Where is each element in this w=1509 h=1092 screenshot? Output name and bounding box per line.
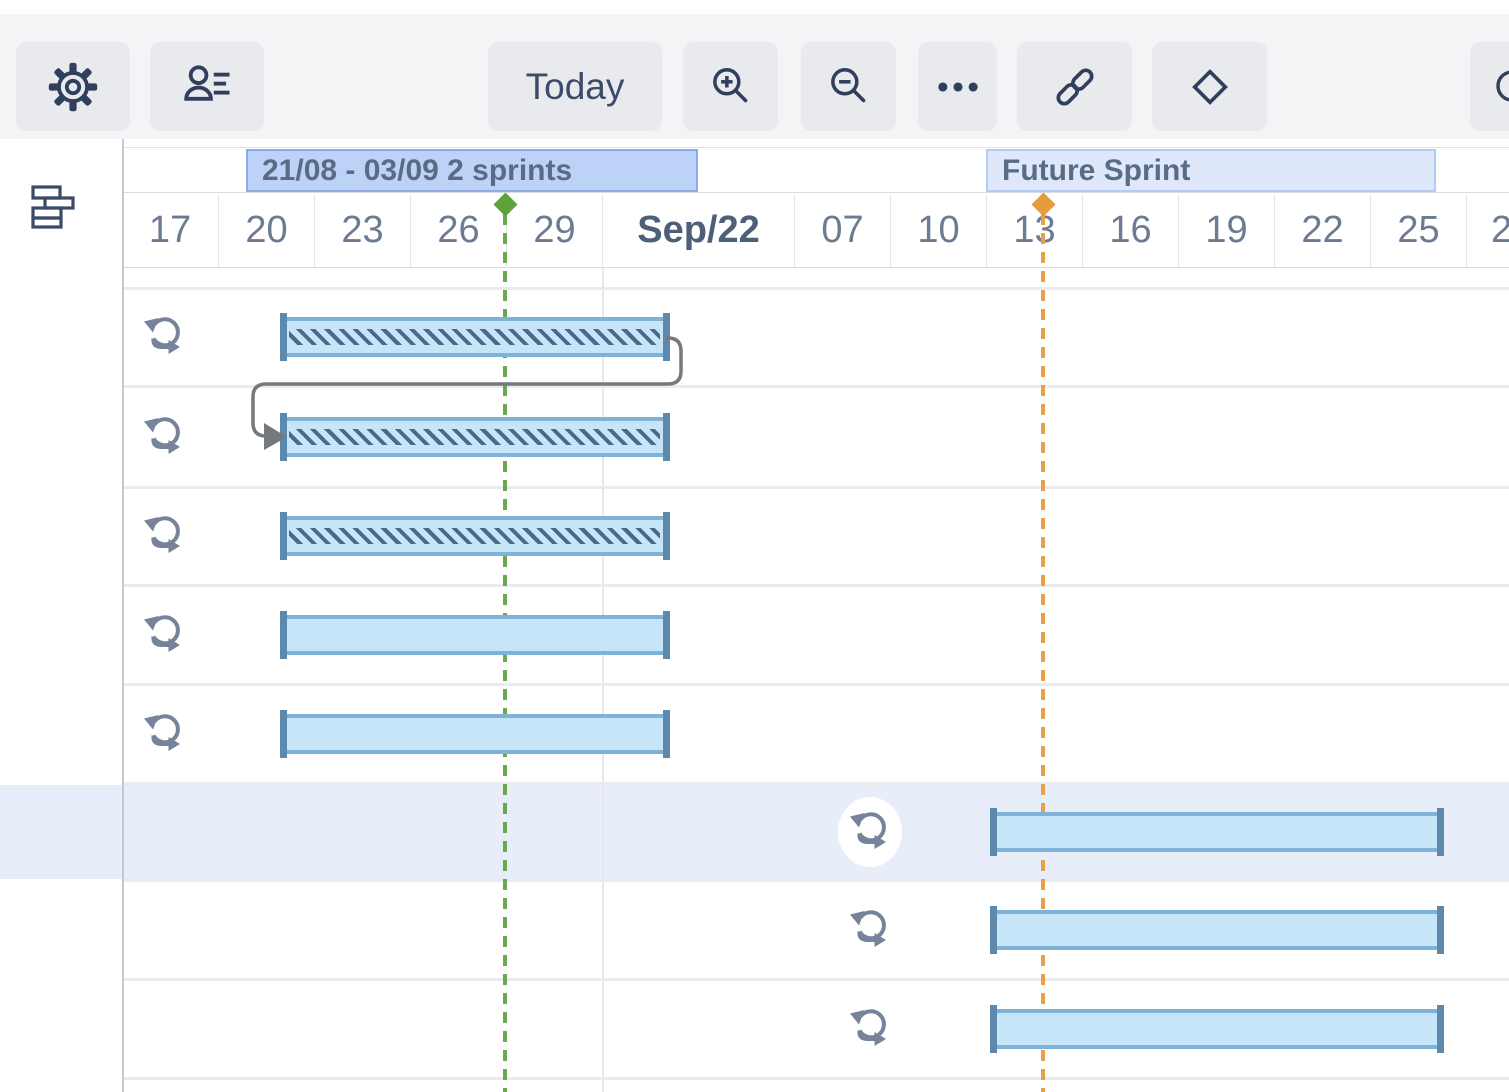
today-button[interactable]: Today [488,42,662,131]
task-bar[interactable] [283,512,666,560]
row-separator [122,584,1509,587]
task-progress-hatch [289,429,660,445]
task-bar-end-cap[interactable] [663,413,670,461]
toolbar: Today [0,14,1509,139]
task-bar-body [993,1009,1440,1049]
zoom-in-button[interactable] [683,42,778,131]
sprint-header[interactable]: Future Sprint [986,149,1436,192]
task-bar-body [283,615,666,655]
date-cell: Sep/22 [602,194,794,267]
task-bar-start-cap[interactable] [280,611,287,659]
zoom-in-icon [706,62,756,112]
zoom-out-button[interactable] [801,42,896,131]
row-separator [122,385,1509,388]
row-separator [122,978,1509,981]
sprint-icon[interactable] [140,413,188,461]
task-bar-body [993,812,1440,852]
diamond-icon [1184,61,1236,113]
month-gridline [602,267,604,1092]
task-bar[interactable] [283,413,666,461]
task-bar-body [283,714,666,754]
task-bar-end-cap[interactable] [1437,906,1444,954]
sprint-icon[interactable] [140,512,188,560]
zoom-out-icon [824,62,874,112]
task-progress-hatch [289,528,660,544]
sprint-icon[interactable] [846,808,894,856]
ellipsis-icon [932,61,984,113]
task-bar-end-cap[interactable] [663,611,670,659]
date-cell: 19 [1178,194,1274,267]
sprint-icon[interactable] [846,906,894,954]
task-bar-start-cap[interactable] [990,1005,997,1053]
task-bar[interactable] [993,808,1440,856]
date-cell: 16 [1082,194,1178,267]
task-bar-start-cap[interactable] [280,413,287,461]
task-bar-end-cap[interactable] [1437,808,1444,856]
clipped-right-button[interactable] [1470,42,1509,131]
sprint-icon[interactable] [140,710,188,758]
more-options-button[interactable] [918,42,997,131]
date-cell: 22 [1274,194,1370,267]
sprint-icon[interactable] [140,313,188,361]
task-bar[interactable] [283,710,666,758]
date-header-row: 1720232629Sep/22071013161922252 [122,194,1509,268]
date-cell: 20 [218,194,314,267]
sprint-icon[interactable] [846,1005,894,1053]
date-cell: 17 [122,194,218,267]
sprint-icon[interactable] [140,611,188,659]
person-list-icon [180,60,234,114]
date-cell: 23 [314,194,410,267]
gantt-structure-icon [30,184,76,235]
milestone-button[interactable] [1152,42,1267,131]
settings-button[interactable] [16,42,130,131]
date-cell: 07 [794,194,890,267]
row-separator [122,486,1509,489]
partial-circle-icon [1470,42,1509,131]
task-bar[interactable] [993,1005,1440,1053]
panel-divider[interactable] [122,139,124,1092]
date-cell: 25 [1370,194,1466,267]
task-bar-start-cap[interactable] [280,512,287,560]
link-icon [1049,61,1101,113]
sprint-end-marker-line [1041,214,1045,1092]
task-progress-hatch [289,329,660,345]
task-bar-start-cap[interactable] [990,906,997,954]
date-cell: 26 [410,194,506,267]
task-bar-end-cap[interactable] [663,313,670,361]
gantt-app: Today [0,0,1509,1092]
task-bar-start-cap[interactable] [280,313,287,361]
date-cell: 10 [890,194,986,267]
date-cell: 2 [1466,194,1509,267]
task-bar-end-cap[interactable] [663,710,670,758]
sprint-header[interactable]: 21/08 - 03/09 2 sprints [246,149,698,192]
task-bar[interactable] [993,906,1440,954]
task-bar-start-cap[interactable] [990,808,997,856]
task-bar-end-cap[interactable] [1437,1005,1444,1053]
row-separator [122,683,1509,686]
link-tasks-button[interactable] [1017,42,1132,131]
assignees-button[interactable] [150,42,264,131]
today-button-label: Today [526,66,625,108]
gear-icon [46,60,100,114]
task-bar[interactable] [283,611,666,659]
row-separator [122,782,1509,785]
sprint-header-band: 21/08 - 03/09 2 sprints Future Sprint [122,147,1509,193]
row-separator [122,287,1509,290]
task-bar-end-cap[interactable] [663,512,670,560]
task-bar[interactable] [283,313,666,361]
row-separator [122,1077,1509,1080]
row-separator [122,879,1509,882]
task-bar-start-cap[interactable] [280,710,287,758]
task-bar-body [993,910,1440,950]
date-cell: 29 [506,194,602,267]
